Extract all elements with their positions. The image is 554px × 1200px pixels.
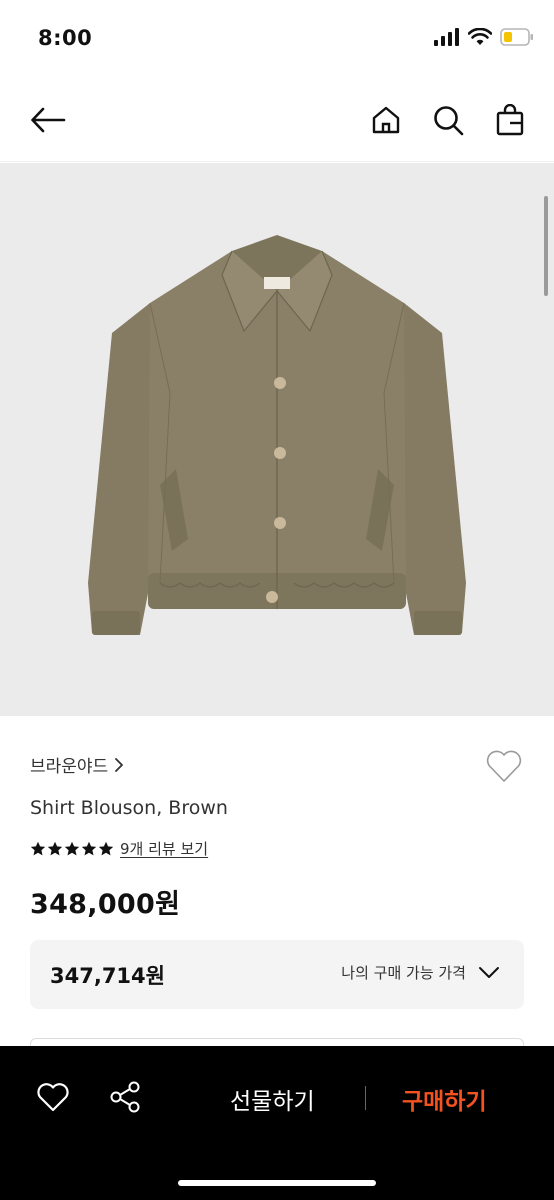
- rating-row: 9개 리뷰 보기: [30, 838, 208, 859]
- heart-outline-icon: [486, 750, 522, 782]
- status-bar: 8:00: [0, 0, 554, 80]
- chevron-down-icon: [479, 966, 499, 978]
- home-button[interactable]: [364, 98, 408, 142]
- star-icon: [81, 841, 97, 855]
- home-icon: [372, 106, 400, 134]
- share-icon: [110, 1081, 140, 1113]
- search-button[interactable]: [426, 98, 470, 142]
- star-icon: [30, 841, 46, 855]
- status-time: 8:00: [38, 26, 93, 50]
- cart-button[interactable]: [488, 98, 532, 142]
- review-link[interactable]: 9개 리뷰 보기: [120, 838, 208, 859]
- jacket-image: [88, 235, 466, 635]
- battery-icon: [500, 28, 533, 46]
- signal-icon: [434, 28, 459, 46]
- star-icon: [64, 841, 80, 855]
- status-icons: [434, 28, 534, 46]
- share-button[interactable]: [102, 1074, 148, 1120]
- wifi-icon: [468, 28, 492, 45]
- image-scrollbar[interactable]: [544, 196, 548, 296]
- back-arrow-icon: [31, 107, 66, 133]
- shopping-bag-icon: [496, 104, 524, 136]
- gift-button[interactable]: 선물하기: [230, 1082, 315, 1116]
- heart-icon: [37, 1083, 69, 1112]
- my-price-value: 347,714원: [50, 964, 165, 988]
- product-price: 348,000원: [30, 889, 181, 920]
- brand-link[interactable]: 브라운야드: [30, 752, 124, 777]
- top-nav-bar: [0, 80, 554, 162]
- wishlist-button[interactable]: [484, 746, 524, 786]
- my-price-toggle[interactable]: 나의 구매 가능 가격: [341, 962, 500, 983]
- bottom-divider: [365, 1086, 366, 1110]
- buy-button[interactable]: 구매하기: [402, 1082, 487, 1116]
- my-price-label: 나의 구매 가능 가격: [341, 964, 466, 982]
- back-button[interactable]: [26, 98, 70, 142]
- bottom-action-bar: 선물하기 구매하기: [0, 1046, 554, 1200]
- nav-actions: [364, 98, 532, 142]
- search-icon: [434, 106, 464, 136]
- rating-stars: [30, 841, 114, 857]
- star-icon: [47, 841, 63, 855]
- product-image[interactable]: [0, 163, 554, 716]
- my-price-box[interactable]: 347,714원 나의 구매 가능 가격: [30, 940, 524, 1009]
- star-icon: [98, 841, 114, 855]
- home-indicator: [178, 1180, 376, 1186]
- bottom-wishlist-button[interactable]: [30, 1074, 76, 1120]
- brand-name: 브라운야드: [30, 757, 109, 777]
- product-name: Shirt Blouson, Brown: [30, 797, 228, 819]
- chevron-right-icon: [115, 757, 124, 772]
